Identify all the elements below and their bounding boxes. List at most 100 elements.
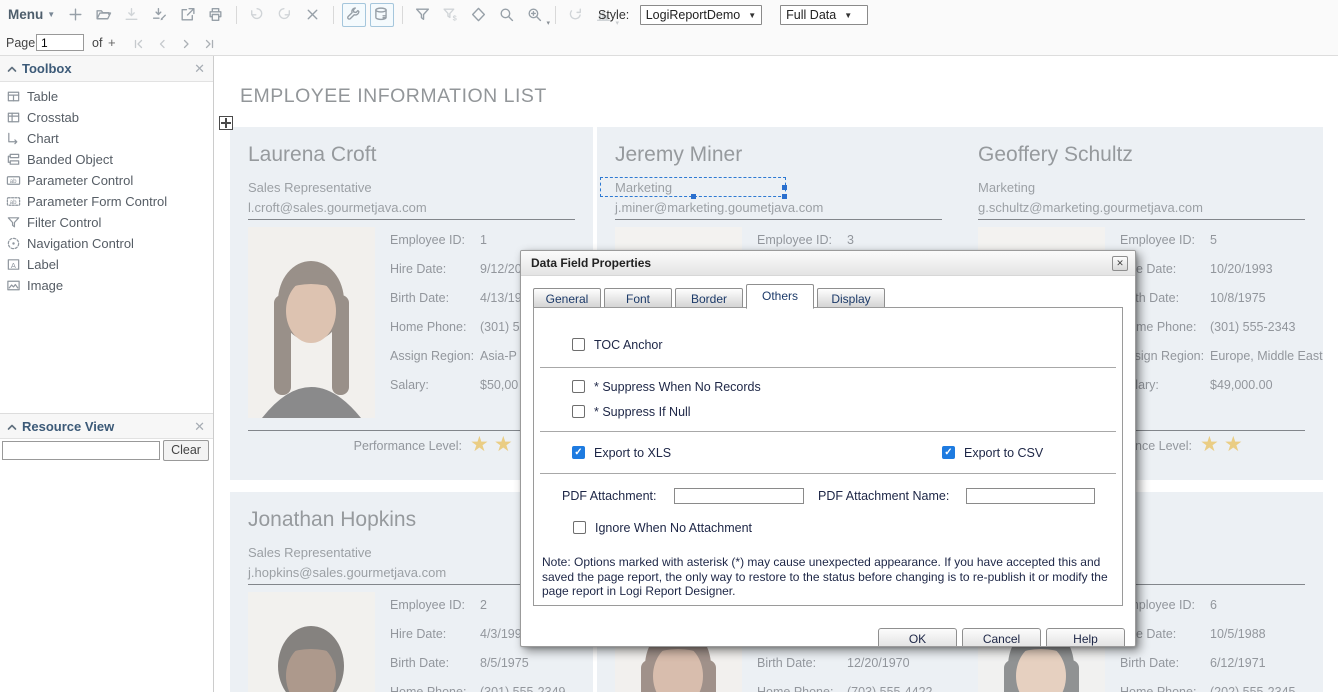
field-value[interactable]: 2 [480, 598, 487, 612]
field-label[interactable]: Birth Date: [1120, 656, 1179, 670]
collapse-icon[interactable] [6, 421, 18, 433]
employee-name[interactable]: Jeremy Miner [615, 143, 742, 167]
employee-title[interactable]: Sales Representative [248, 545, 372, 560]
prev-page-icon[interactable] [150, 32, 174, 56]
field-value[interactable]: $50,00 [480, 378, 518, 392]
field-label[interactable]: Hire Date: [390, 262, 446, 276]
field-value[interactable]: (301) 555-2349 [480, 685, 565, 692]
toolbox-item-label[interactable]: ALabel [0, 254, 213, 275]
field-value[interactable]: 10/20/1993 [1210, 262, 1273, 276]
field-label[interactable]: Home Phone: [390, 685, 466, 692]
save-icon[interactable] [120, 3, 144, 27]
undo-icon[interactable] [245, 3, 269, 27]
field-value[interactable]: 9/12/20 [480, 262, 522, 276]
tab-others[interactable]: Others [746, 284, 814, 309]
field-label[interactable]: Hire Date: [390, 627, 446, 641]
resize-handle[interactable] [782, 194, 787, 199]
field-label[interactable]: Employee ID: [390, 233, 465, 247]
field-value[interactable]: 10/8/1975 [1210, 291, 1266, 305]
field-value[interactable]: 4/3/199 [480, 627, 522, 641]
field-value[interactable]: (301) 5 [480, 320, 520, 334]
selected-field-outline[interactable] [600, 177, 786, 197]
employee-email[interactable]: l.croft@sales.gourmetjava.com [248, 200, 427, 215]
toc-anchor-checkbox[interactable] [572, 338, 585, 351]
performance-label[interactable]: Performance Level: [250, 439, 462, 453]
suppress-if-null-checkbox[interactable] [572, 405, 585, 418]
toolbox-item-chart[interactable]: Chart [0, 128, 213, 149]
toolbox-item-filter-control[interactable]: Filter Control [0, 212, 213, 233]
employee-email[interactable]: g.schultz@marketing.gourmetjava.com [978, 200, 1203, 215]
tab-font[interactable]: Font [604, 288, 672, 309]
field-label[interactable]: Employee ID: [1120, 233, 1195, 247]
export-icon[interactable] [176, 3, 200, 27]
resource-search-input[interactable] [2, 441, 160, 460]
ok-button[interactable]: OK [878, 628, 957, 647]
toolbox-item-parameter-control[interactable]: abParameter Control [0, 170, 213, 191]
clear-button[interactable]: Clear [163, 440, 209, 461]
report-drag-handle[interactable] [219, 116, 233, 130]
field-value[interactable]: $49,000.00 [1210, 378, 1273, 392]
employee-name[interactable]: Laurena Croft [248, 143, 376, 167]
employee-name[interactable]: Geoffery Schultz [978, 143, 1133, 167]
field-label[interactable]: Salary: [390, 378, 429, 392]
toolbox-item-crosstab[interactable]: Crosstab [0, 107, 213, 128]
ignore-no-attachment-checkbox[interactable] [573, 521, 586, 534]
dialog-titlebar[interactable]: Data Field Properties ✕ [521, 251, 1135, 276]
menu-button[interactable]: Menu▼ [8, 0, 55, 30]
page-number-input[interactable] [36, 34, 84, 51]
close-icon[interactable]: ✕ [1112, 256, 1128, 271]
rotate-icon[interactable] [564, 3, 588, 27]
toolbox-item-table[interactable]: Table [0, 86, 213, 107]
save-as-icon[interactable] [148, 3, 172, 27]
zoom-in-icon[interactable]: ▾ [523, 3, 547, 27]
field-label[interactable]: Birth Date: [390, 656, 449, 670]
field-value[interactable]: 4/13/19 [480, 291, 522, 305]
redo-icon[interactable] [273, 3, 297, 27]
tab-border[interactable]: Border [675, 288, 743, 309]
toolbox-item-image[interactable]: Image [0, 275, 213, 296]
field-value[interactable]: 6 [1210, 598, 1217, 612]
field-value[interactable]: (301) 555-2343 [1210, 320, 1295, 334]
resize-handle[interactable] [782, 185, 787, 190]
employee-email[interactable]: j.miner@marketing.goumetjava.com [615, 200, 823, 215]
cancel-button[interactable]: Cancel [962, 628, 1041, 647]
field-value[interactable]: 1 [480, 233, 487, 247]
toolbox-item-parameter-form-control[interactable]: abParameter Form Control [0, 191, 213, 212]
employee-title[interactable]: Sales Representative [248, 180, 372, 195]
suppress-no-records-checkbox[interactable] [572, 380, 585, 393]
filter-icon[interactable] [411, 3, 435, 27]
next-page-icon[interactable] [174, 32, 198, 56]
field-value[interactable]: 6/12/1971 [1210, 656, 1266, 670]
diamond-icon[interactable] [467, 3, 491, 27]
search-icon[interactable] [495, 3, 519, 27]
toolbox-item-navigation-control[interactable]: Navigation Control [0, 233, 213, 254]
tab-display[interactable]: Display [817, 288, 885, 309]
close-icon[interactable]: ✕ [194, 414, 205, 440]
pdf-attachment-name-input[interactable] [966, 488, 1095, 504]
field-label[interactable]: Employee ID: [757, 233, 832, 247]
first-page-icon[interactable] [126, 32, 150, 56]
field-label[interactable]: Home Phone: [1120, 685, 1196, 692]
field-value[interactable]: 10/5/1988 [1210, 627, 1266, 641]
field-label[interactable]: Home Phone: [757, 685, 833, 692]
export-xls-checkbox[interactable]: ✓ [572, 446, 585, 459]
field-label[interactable]: Birth Date: [390, 291, 449, 305]
collapse-icon[interactable] [6, 63, 18, 75]
database-icon[interactable] [370, 3, 394, 27]
add-icon[interactable] [64, 3, 88, 27]
field-label[interactable]: Birth Date: [757, 656, 816, 670]
export-csv-checkbox[interactable]: ✓ [942, 446, 955, 459]
field-label[interactable]: Home Phone: [390, 320, 466, 334]
help-button[interactable]: Help [1046, 628, 1125, 647]
employee-name[interactable]: Jonathan Hopkins [248, 508, 416, 532]
field-value[interactable]: 12/20/1970 [847, 656, 910, 670]
field-value[interactable]: 5 [1210, 233, 1217, 247]
style-select[interactable]: LogiReportDemo▼ [640, 5, 762, 25]
toolbox-item-banded-object[interactable]: Banded Object [0, 149, 213, 170]
employee-email[interactable]: j.hopkins@sales.gourmetjava.com [248, 565, 446, 580]
field-label[interactable]: Assign Region: [390, 349, 474, 363]
employee-title[interactable]: Marketing [978, 180, 1035, 195]
pdf-attachment-input[interactable] [674, 488, 804, 504]
field-value[interactable]: Europe, Middle East [1210, 349, 1323, 363]
last-page-icon[interactable] [198, 32, 222, 56]
